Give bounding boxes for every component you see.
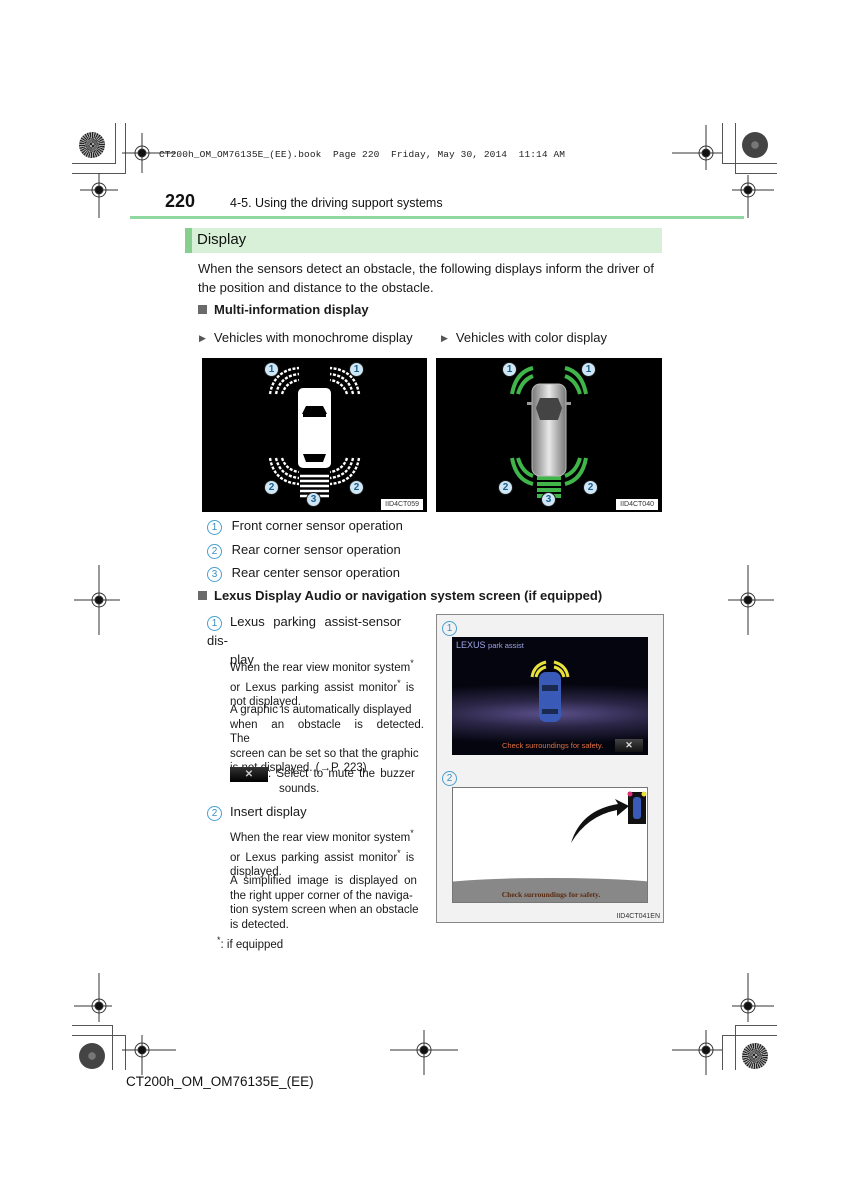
footnote: *: if equipped (217, 935, 284, 951)
safety-warning: Check surroundings for safety. (502, 741, 604, 750)
legend-item: 2 Rear corner sensor operation (207, 540, 401, 559)
callout-1: 1 (349, 362, 364, 377)
callout-2: 2 (498, 480, 513, 495)
page-heading: Display (197, 231, 247, 248)
crosshair-icon (728, 565, 774, 635)
crosshair-icon (74, 565, 120, 635)
image-id: IID4CT041EN (616, 913, 660, 920)
callout-1: 1 (207, 616, 222, 631)
square-bullet-icon (198, 591, 207, 600)
nav-item-1-condition: When the rear view monitor system* or Le… (230, 658, 415, 708)
legend-item: 1 Front corner sensor operation (207, 516, 403, 535)
monochrome-display-image: 1 1 2 2 3 IID4CT059 (202, 358, 427, 512)
triangle-bullet-icon: ▶ (199, 333, 206, 343)
callout-1: 1 (442, 621, 457, 636)
color-display-image: 1 1 2 2 3 IID4CT040 (436, 358, 662, 512)
callout-1: 1 (502, 362, 517, 377)
nav-screen-figure: 1 LEXUS park assist Check surroundings f… (436, 614, 664, 923)
color-display-label: ▶ Vehicles with color display (441, 328, 607, 348)
page-number: 220 (165, 191, 196, 211)
callout-2: 2 (583, 480, 598, 495)
callout-2: 2 (349, 480, 364, 495)
nav-item-2-description: A simplified image is displayed on the r… (230, 875, 419, 931)
image-id: IID4CT040 (616, 499, 658, 510)
crosshair-icon (672, 125, 722, 170)
mute-buzzer-button[interactable]: ✕ (615, 739, 643, 752)
subheading-nav-screen: Lexus Display Audio or navigation system… (198, 588, 602, 603)
header-rule (130, 216, 744, 219)
subheading-multi-info: Multi-information display (198, 302, 369, 317)
heading-bar (185, 228, 662, 253)
book-file-header: CT200h_OM_OM76135E_(EE).book Page 220 Fr… (159, 149, 566, 160)
legend-item: 3 Rear center sensor operation (207, 563, 400, 582)
nav-item-2-condition: When the rear view monitor system* or Le… (230, 828, 415, 878)
callout-3: 3 (306, 492, 321, 507)
mute-button-explanation: ✕: Select to mute the buzzer sounds. (230, 767, 424, 797)
park-assist-screen: LEXUS park assist Check surroundings for… (452, 637, 648, 755)
callout-1: 1 (264, 362, 279, 377)
callout-2: 2 (207, 806, 222, 821)
nav-item-2: 2 Insert display (207, 802, 307, 821)
callout-2: 2 (442, 771, 457, 786)
crosshair-icon (732, 973, 774, 1022)
crosshair-icon (732, 175, 774, 218)
triangle-bullet-icon: ▶ (441, 333, 448, 343)
callout-2: 2 (207, 544, 222, 559)
monochrome-car-graphic (268, 366, 361, 498)
color-car-graphic (510, 366, 588, 498)
rear-camera-screen: Check surroundings for safety. (452, 787, 648, 903)
callout-1: 1 (581, 362, 596, 377)
crosshair-icon (672, 1030, 722, 1075)
crosshair-icon (74, 973, 112, 1022)
image-id: IID4CT059 (381, 499, 423, 510)
callout-2: 2 (264, 480, 279, 495)
callout-3: 3 (207, 567, 222, 582)
crosshair-icon (122, 1035, 176, 1075)
callout-1: 1 (207, 520, 222, 535)
nav-item-1-description: A graphic is automatically displayed whe… (230, 704, 424, 774)
crosshair-icon (390, 1030, 458, 1075)
crosshair-icon (80, 173, 118, 218)
insert-display-graphic (571, 791, 647, 843)
section-title: 4-5. Using the driving support systems (230, 196, 443, 210)
footer-doc-id: CT200h_OM_OM76135E_(EE) (126, 1074, 314, 1089)
mono-display-label: ▶ Vehicles with monochrome display (199, 328, 413, 348)
mute-buzzer-icon: ✕ (230, 767, 268, 782)
callout-3: 3 (541, 492, 556, 507)
square-bullet-icon (198, 305, 207, 314)
intro-paragraph: When the sensors detect an obstacle, the… (198, 261, 654, 295)
park-assist-car-graphic (530, 660, 570, 722)
